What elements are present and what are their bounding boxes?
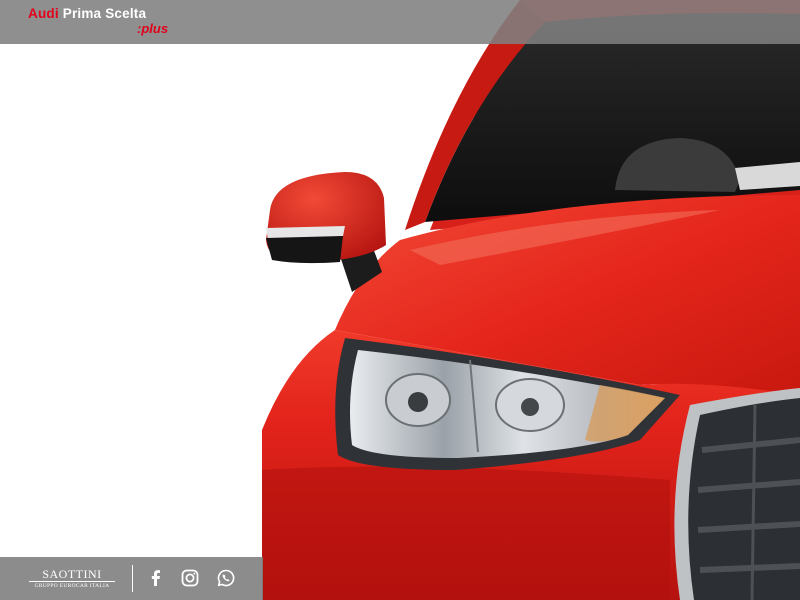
header-bar: Audi Prima Scelta :plus [0, 0, 800, 44]
dealer-name: SAOTTINI [42, 567, 102, 581]
dealer-group: GRUPPO EUROCAR ITALIA [34, 583, 110, 589]
brand-prima-scelta-text: Prima Scelta [58, 6, 147, 21]
page: Audi Prima Scelta :plus SAOTTINI GRUPPO … [0, 0, 800, 600]
instagram-icon[interactable] [180, 568, 200, 588]
brand-audi-text: Audi [28, 6, 59, 21]
dealer-logo[interactable]: SAOTTINI GRUPPO EUROCAR ITALIA [28, 568, 116, 590]
brand-logo[interactable]: Audi Prima Scelta [28, 6, 146, 21]
footer-separator [132, 565, 133, 592]
facebook-icon[interactable] [146, 568, 166, 588]
car-hero-image [262, 0, 800, 600]
brand-plus-text: :plus [137, 21, 169, 36]
whatsapp-icon[interactable] [216, 568, 236, 588]
dealer-divider [29, 581, 115, 582]
